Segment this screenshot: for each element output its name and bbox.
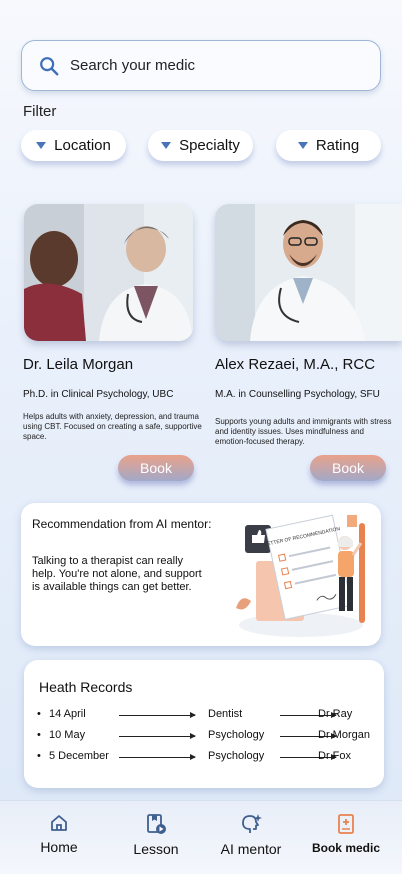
- dropdown-icon: [161, 142, 172, 149]
- arrow-icon: [119, 754, 196, 760]
- recommendation-body: Talking to a therapist can really help. …: [32, 555, 202, 593]
- book-button[interactable]: Book: [118, 455, 194, 481]
- record-type: Psychology: [208, 729, 265, 741]
- arrow-icon: [119, 712, 196, 718]
- nav-label-lesson: Lesson: [133, 841, 179, 857]
- search-input[interactable]: Search your medic: [70, 57, 195, 74]
- doctor-description: Supports young adults and immigrants wit…: [215, 417, 392, 446]
- filter-label: Filter: [23, 103, 57, 120]
- doctor-photo-alex-rezaei[interactable]: [215, 204, 402, 341]
- health-record-row[interactable]: • 14 April Dentist Dr Ray: [37, 708, 377, 722]
- record-type: Dentist: [208, 708, 243, 720]
- record-doctor: Dr Ray: [318, 708, 353, 720]
- record-date: 14 April: [49, 708, 86, 720]
- doctor-name[interactable]: Alex Rezaei, M.A., RCC: [215, 356, 375, 373]
- record-doctor: Dr Morgan: [318, 729, 370, 741]
- doctor-photo-illustration: [24, 204, 193, 341]
- doctor-name[interactable]: Dr. Leila Morgan: [23, 356, 133, 373]
- rating-filter-label: Rating: [315, 137, 360, 154]
- nav-label-book-medic: Book medic: [311, 841, 380, 855]
- rating-filter[interactable]: Rating: [276, 130, 381, 161]
- nav-item-lesson[interactable]: Lesson: [130, 813, 182, 857]
- arrow-icon: [119, 733, 196, 739]
- recommendation-title: Recommendation from AI mentor:: [32, 517, 212, 531]
- search-icon: [40, 56, 59, 75]
- nav-item-book-medic[interactable]: Book medic: [310, 813, 382, 855]
- recommendation-letter-illustration: LETTER OF RECOMMENDATION: [236, 514, 365, 637]
- dropdown-icon: [297, 142, 308, 149]
- nav-item-home[interactable]: Home: [38, 813, 80, 855]
- record-date: 10 May: [49, 729, 86, 741]
- nav-item-ai-mentor[interactable]: AI mentor: [216, 813, 286, 857]
- home-icon: [51, 815, 67, 831]
- doctor-photo-illustration: [215, 204, 402, 341]
- specialty-filter-label: Specialty: [179, 137, 240, 154]
- bullet: •: [37, 708, 41, 720]
- lesson-icon: [147, 814, 166, 834]
- nav-label-ai-mentor: AI mentor: [220, 841, 282, 857]
- book-button[interactable]: Book: [310, 455, 386, 481]
- record-doctor: Dr Fox: [318, 750, 351, 762]
- dropdown-icon: [36, 142, 47, 149]
- health-record-row[interactable]: • 5 December Psychology Dr Fox: [37, 750, 377, 764]
- location-filter[interactable]: Location: [21, 130, 126, 161]
- specialty-filter[interactable]: Specialty: [148, 130, 253, 161]
- search-bar[interactable]: Search your medic: [21, 40, 381, 91]
- location-filter-label: Location: [54, 137, 111, 154]
- record-type: Psychology: [208, 750, 265, 762]
- book-medic-icon: [338, 814, 354, 834]
- health-records-card[interactable]: Heath Records • 14 April Dentist Dr Ray …: [24, 660, 384, 788]
- health-records-title: Heath Records: [39, 679, 133, 695]
- doctor-degree: M.A. in Counselling Psychology, SFU: [215, 389, 380, 400]
- nav-label-home: Home: [40, 839, 78, 855]
- bottom-nav: Home Lesson AI mentor Book medic: [0, 800, 402, 874]
- bullet: •: [37, 729, 41, 741]
- doctor-degree: Ph.D. in Clinical Psychology, UBC: [23, 389, 174, 400]
- ai-mentor-icon: [242, 814, 262, 833]
- bullet: •: [37, 750, 41, 762]
- health-record-row[interactable]: • 10 May Psychology Dr Morgan: [37, 729, 377, 743]
- ai-recommendation-card[interactable]: Recommendation from AI mentor: Talking t…: [21, 503, 381, 646]
- doctor-photo-leila-morgan[interactable]: [24, 204, 193, 341]
- record-date: 5 December: [49, 750, 109, 762]
- doctor-description: Helps adults with anxiety, depression, a…: [23, 412, 202, 441]
